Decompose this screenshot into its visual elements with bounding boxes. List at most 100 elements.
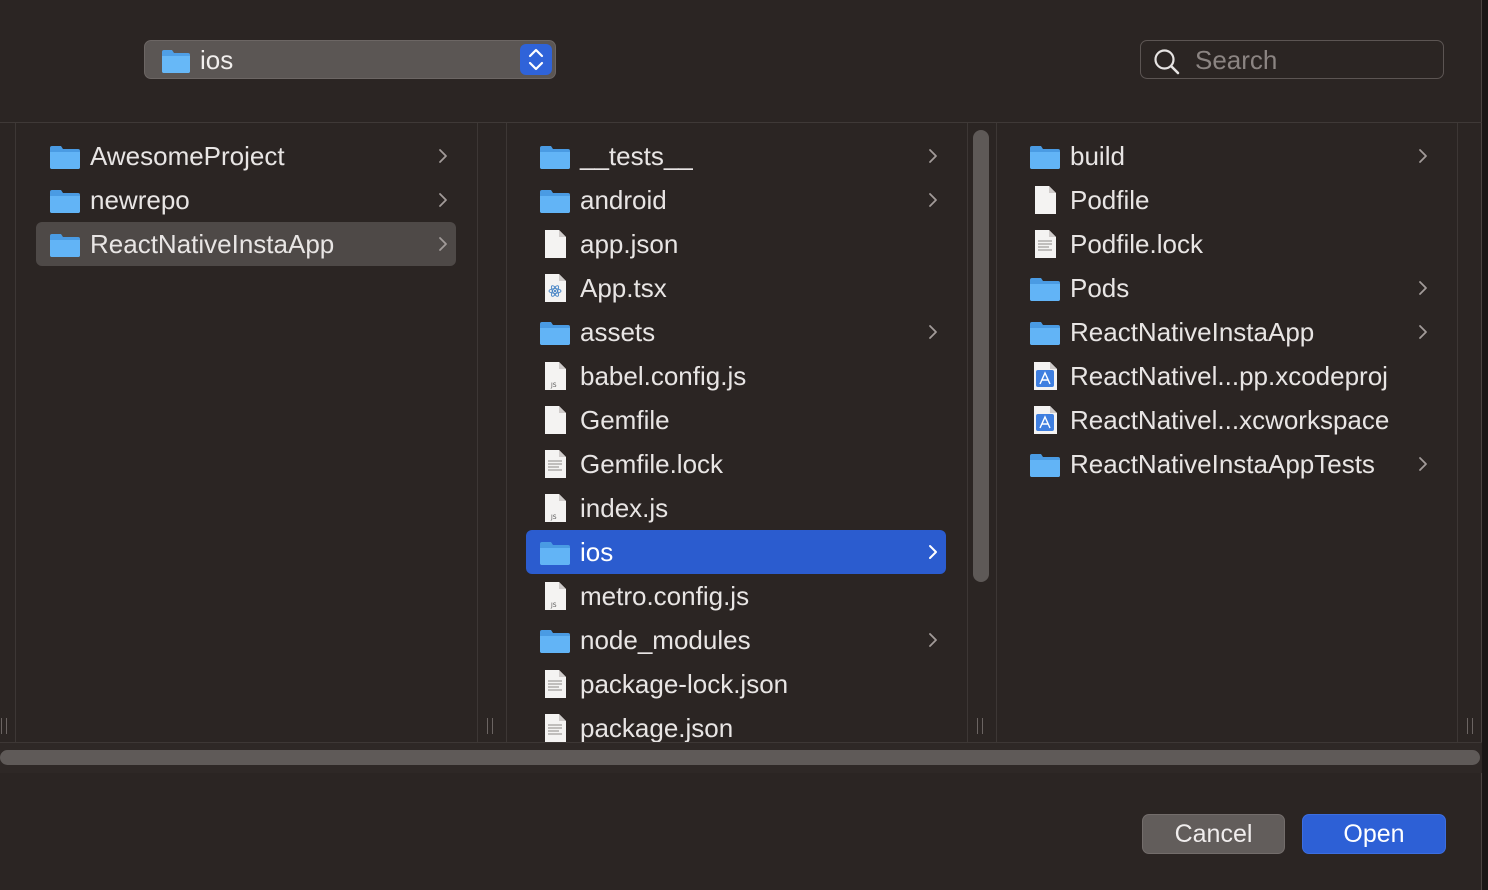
item-name: Podfile.lock	[1070, 229, 1203, 259]
open-button[interactable]: Open	[1302, 814, 1446, 854]
item-name: ReactNativel...xcworkspace	[1070, 405, 1390, 435]
folder-row[interactable]: build	[1016, 134, 1436, 178]
chevron-right-icon	[928, 324, 938, 345]
popup-arrows-icon[interactable]	[520, 44, 552, 75]
cancel-button[interactable]: Cancel	[1142, 814, 1285, 854]
document-icon	[539, 404, 571, 436]
item-name: __tests__	[580, 141, 693, 171]
column-divider	[15, 123, 16, 742]
chevron-right-icon	[438, 192, 448, 213]
folder-row[interactable]: ReactNativeInstaApp	[1016, 310, 1436, 354]
column-divider	[1457, 123, 1458, 742]
text-document-icon	[1029, 228, 1061, 260]
javascript-file-icon: JS	[539, 360, 571, 392]
folder-icon	[49, 228, 81, 260]
chevron-right-icon	[1418, 456, 1428, 477]
file-row[interactable]: package.json	[526, 706, 946, 742]
chevron-right-icon	[928, 632, 938, 653]
item-name: index.js	[580, 493, 669, 523]
folder-icon	[49, 184, 81, 216]
item-name: Gemfile.lock	[580, 449, 724, 479]
file-row[interactable]: Gemfile	[526, 398, 946, 442]
folder-row[interactable]: AwesomeProject	[36, 134, 456, 178]
folder-icon	[539, 184, 571, 216]
file-row[interactable]: JS babel.config.js	[526, 354, 946, 398]
browser-column-3[interactable]: build Podfile Podfile.lock Pods ReactNativeI…	[996, 123, 1457, 742]
folder-icon	[539, 140, 571, 172]
folder-row[interactable]: newrepo	[36, 178, 456, 222]
window-border	[1482, 0, 1488, 890]
column-divider	[506, 123, 507, 742]
file-row[interactable]: Podfile	[1016, 178, 1436, 222]
folder-row[interactable]: Pods	[1016, 266, 1436, 310]
column-resize-handle[interactable]	[0, 718, 8, 736]
browser-column-1[interactable]: AwesomeProject newrepo ReactNativeInstaApp	[16, 123, 477, 742]
folder-icon	[1029, 272, 1061, 304]
folder-row[interactable]: __tests__	[526, 134, 946, 178]
file-row[interactable]: App.tsx	[526, 266, 946, 310]
folder-row[interactable]: assets	[526, 310, 946, 354]
item-name: Pods	[1070, 273, 1130, 303]
folder-icon	[539, 624, 571, 656]
file-row[interactable]: Podfile.lock	[1016, 222, 1436, 266]
folder-icon	[1029, 140, 1061, 172]
folder-row[interactable]: node_modules	[526, 618, 946, 662]
item-name: ReactNativeInstaApp	[90, 229, 335, 259]
text-document-icon	[539, 668, 571, 700]
file-row[interactable]: app.json	[526, 222, 946, 266]
file-row[interactable]: package-lock.json	[526, 662, 946, 706]
folder-row[interactable]: ios	[526, 530, 946, 574]
item-name: Gemfile	[580, 405, 670, 435]
chevron-right-icon	[1418, 280, 1428, 301]
item-name: android	[580, 185, 667, 215]
item-name: assets	[580, 317, 656, 347]
item-name: metro.config.js	[580, 581, 750, 611]
text-document-icon	[539, 712, 571, 742]
horizontal-scrollbar[interactable]	[0, 750, 1480, 765]
folder-row[interactable]: ReactNativeInstaApp	[36, 222, 456, 266]
item-name: ReactNativeInstaAppTests	[1070, 449, 1375, 479]
folder-row[interactable]: ReactNativeInstaAppTests	[1016, 442, 1436, 486]
document-icon	[1029, 184, 1061, 216]
chevron-right-icon	[1418, 148, 1428, 169]
item-name: package-lock.json	[580, 669, 789, 699]
browser-column-2[interactable]: __tests__android app.json App.tsx assets JS b…	[506, 123, 967, 742]
file-row[interactable]: Gemfile.lock	[526, 442, 946, 486]
svg-text:JS: JS	[550, 514, 557, 521]
folder-icon	[539, 536, 571, 568]
item-name: babel.config.js	[580, 361, 747, 391]
location-popup-button[interactable]: ios	[144, 40, 556, 79]
chevron-right-icon	[928, 192, 938, 213]
xcode-project-icon	[1029, 404, 1061, 436]
xcode-project-icon	[1029, 360, 1061, 392]
folder-icon	[539, 316, 571, 348]
file-row[interactable]: ReactNativel...xcworkspace	[1016, 398, 1436, 442]
column-divider	[967, 123, 968, 742]
search-field[interactable]	[1140, 40, 1444, 79]
chevron-right-icon	[438, 236, 448, 257]
chevron-right-icon	[1418, 324, 1428, 345]
item-name: ios	[580, 537, 614, 567]
folder-row[interactable]: android	[526, 178, 946, 222]
file-row[interactable]: JS metro.config.js	[526, 574, 946, 618]
file-row[interactable]: JS index.js	[526, 486, 946, 530]
folder-icon	[1029, 448, 1061, 480]
column-resize-handle[interactable]	[976, 718, 984, 736]
svg-text:JS: JS	[550, 382, 557, 389]
item-name: AwesomeProject	[90, 141, 285, 171]
column-divider	[996, 123, 997, 742]
chevron-right-icon	[438, 148, 448, 169]
column-resize-handle[interactable]	[486, 718, 494, 736]
folder-icon	[161, 48, 191, 79]
column-resize-handle[interactable]	[1466, 718, 1474, 736]
item-name: App.tsx	[580, 273, 667, 303]
react-file-icon	[539, 272, 571, 304]
javascript-file-icon: JS	[539, 580, 571, 612]
search-icon	[1153, 48, 1181, 81]
vertical-scrollbar[interactable]	[973, 130, 989, 582]
item-name: node_modules	[580, 625, 751, 655]
folder-icon	[49, 140, 81, 172]
file-row[interactable]: ReactNativel...pp.xcodeproj	[1016, 354, 1436, 398]
search-input[interactable]	[1193, 44, 1437, 76]
document-icon	[539, 228, 571, 260]
